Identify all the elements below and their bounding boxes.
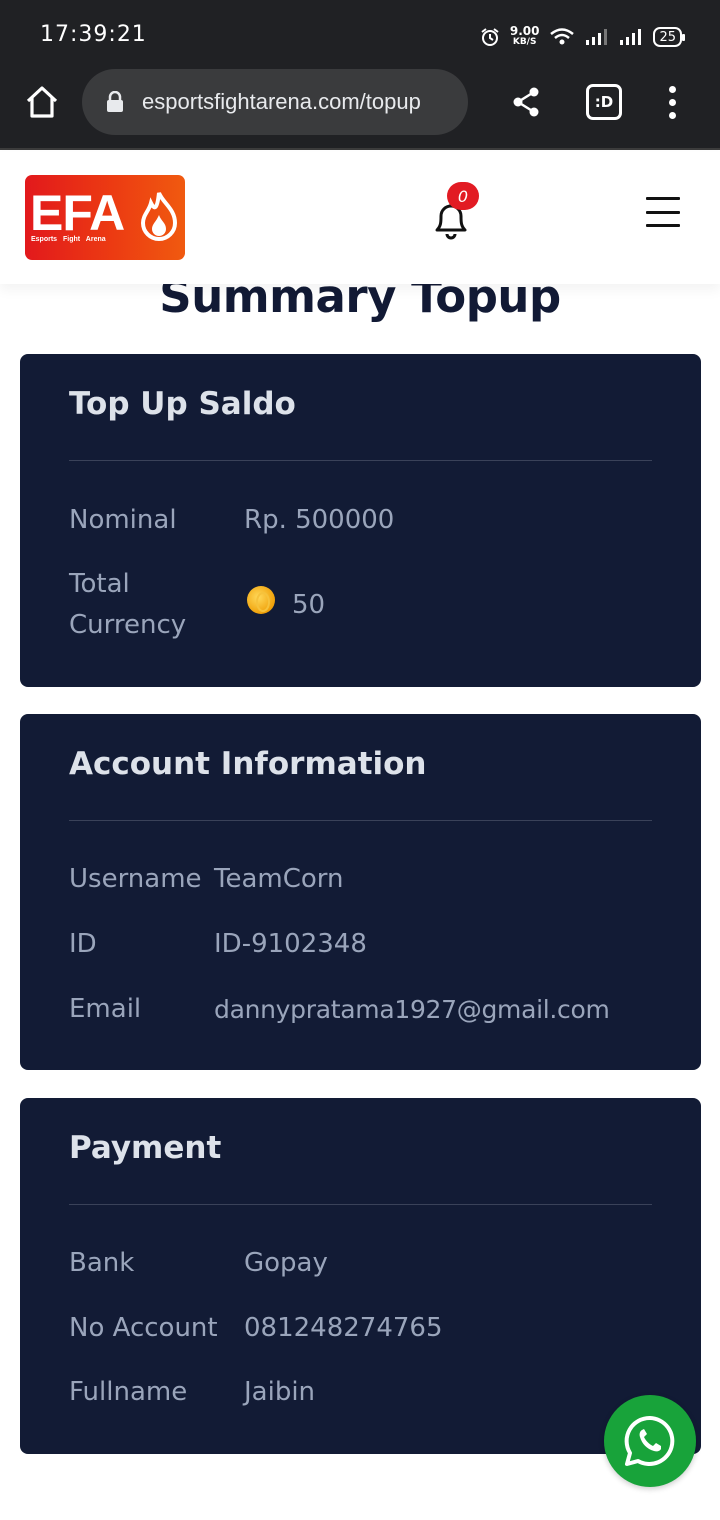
logo-subtext: Esports Fight Arena xyxy=(31,236,106,243)
account-number-value: 081248274765 xyxy=(244,1313,443,1343)
bank-value: Gopay xyxy=(244,1248,328,1278)
id-label: ID xyxy=(69,929,97,959)
email-value: dannypratama1927@gmail.com xyxy=(214,995,610,1024)
card-title: Account Information xyxy=(69,746,427,782)
nominal-value: Rp. 500000 xyxy=(244,505,395,535)
divider xyxy=(69,1204,652,1205)
signal-icon-2 xyxy=(620,29,642,45)
home-icon xyxy=(26,86,58,118)
account-information-card: Account Information Username TeamCorn ID… xyxy=(20,714,701,1070)
signal-icon xyxy=(586,29,608,45)
battery-indicator: 25 xyxy=(653,27,685,47)
currency-value: 50 xyxy=(292,590,326,620)
nominal-label: Nominal xyxy=(69,505,177,535)
bank-label: Bank xyxy=(69,1248,135,1278)
status-bar: 17:39:21 9.00 KB/S 25 xyxy=(0,0,720,68)
whatsapp-icon xyxy=(624,1415,675,1466)
lock-icon xyxy=(107,91,123,112)
currency-label-line2: Currency xyxy=(69,610,187,640)
flame-icon xyxy=(140,192,178,241)
coin-icon xyxy=(247,586,275,614)
net-speed-unit: KB/S xyxy=(512,37,537,47)
address-bar[interactable]: esportsfightarena.com/topup xyxy=(82,69,468,135)
status-icons: 9.00 KB/S 25 xyxy=(480,24,685,50)
home-button[interactable] xyxy=(22,82,62,122)
network-speed: 9.00 KB/S xyxy=(509,24,540,48)
hamburger-icon xyxy=(646,197,680,200)
share-icon xyxy=(513,87,539,117)
share-button[interactable] xyxy=(508,82,544,122)
alarm-icon xyxy=(481,28,499,46)
logo-text: EFA xyxy=(30,185,125,241)
topup-summary-card: Top Up Saldo Nominal Rp. 500000 Total Cu… xyxy=(20,354,701,687)
more-menu-button[interactable] xyxy=(660,82,684,122)
fullname-value: Jaibin xyxy=(244,1377,316,1407)
net-speed-value: 9.00 xyxy=(509,24,540,38)
site-header: EFA Esports Fight Arena 0 xyxy=(0,152,720,284)
username-label: Username xyxy=(69,864,202,894)
divider xyxy=(69,460,652,461)
card-title: Payment xyxy=(69,1130,222,1166)
payment-card: Payment Bank Gopay No Account 0812482747… xyxy=(20,1098,701,1454)
currency-label-line1: Total xyxy=(69,569,130,599)
status-time: 17:39:21 xyxy=(40,22,147,47)
efa-logo[interactable]: EFA Esports Fight Arena xyxy=(25,175,185,260)
url-text: esportsfightarena.com/topup xyxy=(142,89,421,114)
divider xyxy=(69,820,652,821)
more-vert-icon xyxy=(668,85,676,93)
account-number-label: No Account xyxy=(69,1313,218,1343)
browser-toolbar: esportsfightarena.com/topup :D xyxy=(0,68,720,150)
menu-button[interactable] xyxy=(646,197,680,227)
username-value: TeamCorn xyxy=(214,864,344,894)
wifi-icon xyxy=(550,28,575,45)
fullname-label: Fullname xyxy=(69,1377,188,1407)
id-value: ID-9102348 xyxy=(214,929,367,959)
notification-badge: 0 xyxy=(447,182,479,210)
email-label: Email xyxy=(69,994,142,1024)
card-title: Top Up Saldo xyxy=(69,386,296,422)
tab-switcher-button[interactable]: :D xyxy=(586,84,622,120)
whatsapp-button[interactable] xyxy=(604,1395,696,1487)
